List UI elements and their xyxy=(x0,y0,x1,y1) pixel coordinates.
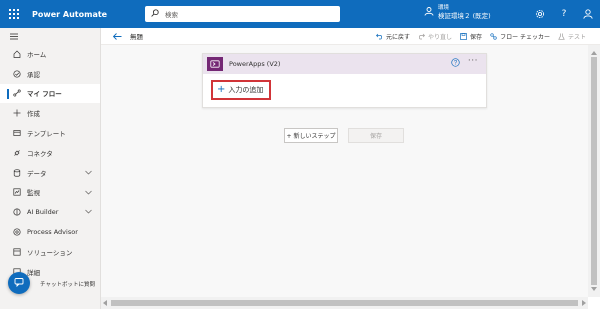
help-icon[interactable]: ? xyxy=(552,0,576,28)
undo-icon xyxy=(376,33,383,40)
chatbot-button[interactable] xyxy=(8,272,30,294)
environment-label: 環境 xyxy=(438,5,450,11)
designer-canvas: PowerApps (V2) ? ··· + 入力の追加 + 新しいステップ 保… xyxy=(101,45,588,297)
my-flows-icon xyxy=(12,88,22,98)
flow-checker-icon xyxy=(490,33,497,40)
trigger-card-header[interactable]: PowerApps (V2) ? ··· xyxy=(203,54,486,74)
nav-item-solutions[interactable]: ソリューション xyxy=(0,242,100,262)
nav-item-data[interactable]: データ xyxy=(0,163,100,183)
nav-item-label: ソリューション xyxy=(27,248,73,257)
nav-item-my-flows[interactable]: マイ フロー xyxy=(0,83,100,104)
search-placeholder: 検索 xyxy=(165,11,178,19)
back-arrow-icon[interactable] xyxy=(113,32,122,40)
save-label: 保存 xyxy=(470,34,483,41)
add-input-button[interactable]: + 入力の追加 xyxy=(211,80,271,100)
nav-item-label: Process Advisor xyxy=(27,228,78,237)
nav-item-label: 承認 xyxy=(27,70,40,79)
flow-checker-button[interactable]: フロー チェッカー xyxy=(490,32,550,41)
nav-item-label: テンプレート xyxy=(27,130,66,139)
redo-label: やり直し xyxy=(428,34,453,41)
more-options-icon[interactable]: ··· xyxy=(468,56,478,66)
nav-item-ai-builder[interactable]: AI Builder xyxy=(0,202,100,222)
hamburger-menu-icon[interactable] xyxy=(0,28,100,44)
connector-icon xyxy=(12,148,22,158)
nav-item-label: 作成 xyxy=(27,110,40,119)
scroll-right-icon[interactable] xyxy=(582,300,586,308)
add-input-label: 入力の追加 xyxy=(228,86,264,94)
test-label: テスト xyxy=(567,34,586,41)
nav-item-home[interactable]: ホーム xyxy=(0,44,100,64)
app-title[interactable]: Power Automate xyxy=(32,10,142,19)
account-icon[interactable] xyxy=(576,0,600,28)
flow-checker-label: フロー チェッカー xyxy=(500,34,550,41)
flow-name[interactable]: 無題 xyxy=(130,31,143,41)
chat-icon xyxy=(14,277,24,289)
test-button[interactable]: テスト xyxy=(558,32,586,41)
chatbot-label[interactable]: チャットボットに質問 xyxy=(40,280,95,288)
scroll-left-icon[interactable] xyxy=(103,300,107,308)
test-icon xyxy=(558,33,565,40)
nav-item-approvals[interactable]: 承認 xyxy=(0,64,100,84)
home-icon xyxy=(12,49,22,59)
nav-item-label: データ xyxy=(27,169,47,178)
vertical-scrollbar[interactable] xyxy=(588,45,600,297)
settings-gear-icon[interactable] xyxy=(528,0,552,28)
chevron-down-icon[interactable] xyxy=(85,169,92,177)
search-box[interactable]: 検索 xyxy=(145,6,340,22)
nav-item-connectors[interactable]: コネクタ xyxy=(0,143,100,163)
solutions-icon xyxy=(12,247,22,257)
powerapps-icon xyxy=(207,57,223,71)
nav-item-label: マイ フロー xyxy=(27,90,62,99)
nav-item-label: 詳細 xyxy=(27,268,40,277)
nav-item-label: ホーム xyxy=(27,50,47,59)
horizontal-scroll-thumb[interactable] xyxy=(111,300,578,306)
template-icon xyxy=(12,128,22,138)
environment-picker[interactable]: 環境 検証環境２ (既定) xyxy=(424,4,491,20)
plus-icon xyxy=(12,108,22,118)
nav-item-label: コネクタ xyxy=(27,149,53,158)
redo-icon xyxy=(418,33,426,40)
plus-icon: + xyxy=(217,84,226,95)
trigger-card-title: PowerApps (V2) xyxy=(229,60,281,68)
scroll-up-icon[interactable] xyxy=(591,49,597,57)
undo-button[interactable]: 元に戻す xyxy=(376,32,410,41)
environment-icon xyxy=(424,6,434,18)
save-button[interactable]: 保存 xyxy=(460,32,482,41)
app-launcher-icon[interactable] xyxy=(0,0,28,28)
nav-item-monitor[interactable]: 監視 xyxy=(0,183,100,203)
process-advisor-icon xyxy=(12,227,22,237)
horizontal-scrollbar[interactable] xyxy=(101,297,588,309)
redo-button[interactable]: やり直し xyxy=(418,32,452,41)
left-navigation: ホーム 承認 マイ フロー 作成 テンプレート コネクタ データ 監視 AI B… xyxy=(0,28,101,309)
environment-name: 検証環境２ (既定) xyxy=(438,12,491,20)
monitor-icon xyxy=(12,187,22,197)
new-step-button[interactable]: + 新しいステップ xyxy=(284,128,338,143)
nav-item-templates[interactable]: テンプレート xyxy=(0,123,100,143)
search-icon xyxy=(151,9,159,19)
chevron-down-icon[interactable] xyxy=(85,208,92,216)
nav-item-label: AI Builder xyxy=(27,208,59,217)
scroll-down-icon[interactable] xyxy=(591,285,597,293)
nav-item-create[interactable]: 作成 xyxy=(0,103,100,123)
top-header: Power Automate 検索 環境 検証環境２ (既定) ? xyxy=(0,0,600,28)
data-icon xyxy=(12,168,22,178)
chevron-down-icon[interactable] xyxy=(85,189,92,197)
nav-item-label: 監視 xyxy=(27,189,40,198)
approval-icon xyxy=(12,69,22,79)
save-icon xyxy=(460,33,467,40)
nav-item-process-advisor[interactable]: Process Advisor xyxy=(0,222,100,242)
ai-builder-icon xyxy=(12,207,22,217)
canvas-save-button[interactable]: 保存 xyxy=(348,128,404,143)
trigger-card-powerapps[interactable]: PowerApps (V2) ? ··· + 入力の追加 xyxy=(202,53,487,108)
info-icon[interactable]: ? xyxy=(451,58,460,69)
command-bar: 無題 元に戻す やり直し 保存 フロー チェッカー テスト xyxy=(101,28,600,45)
undo-label: 元に戻す xyxy=(386,34,411,41)
vertical-scroll-thumb[interactable] xyxy=(591,57,597,285)
